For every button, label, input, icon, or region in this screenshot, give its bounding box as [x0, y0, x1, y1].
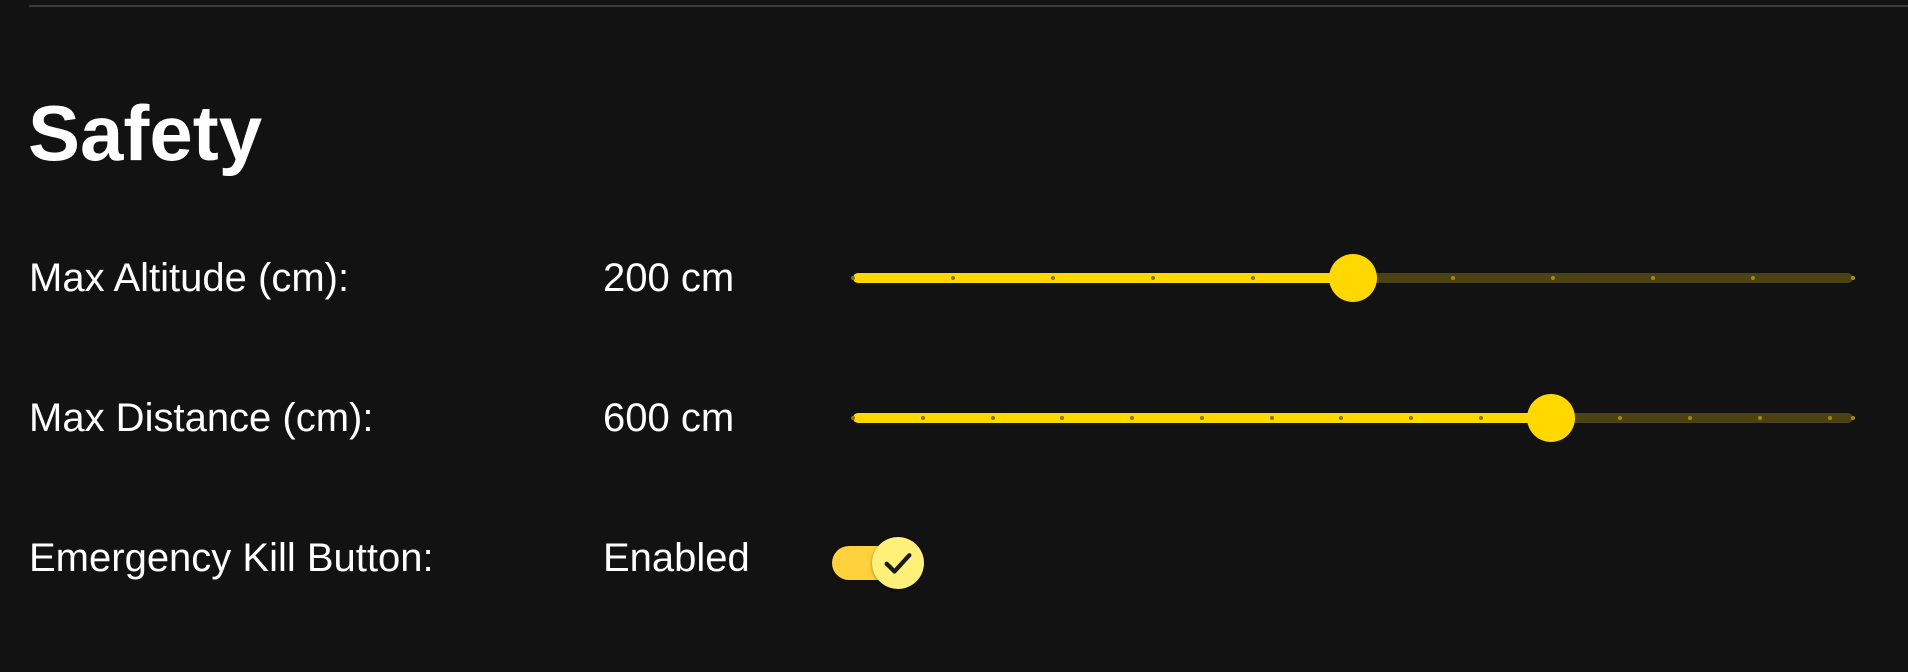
- slider-tick-mark: [851, 416, 855, 420]
- max-distance-row: Max Distance (cm): 600 cm: [0, 383, 1908, 453]
- slider-tick-mark: [951, 276, 955, 280]
- slider-tick-mark: [1151, 276, 1155, 280]
- slider-tick-mark: [920, 416, 925, 420]
- max-altitude-slider[interactable]: [851, 243, 1855, 313]
- slider-tick-mark: [1827, 416, 1832, 420]
- emergency-kill-toggle[interactable]: [832, 537, 926, 589]
- max-distance-value: 600 cm: [603, 396, 735, 440]
- section-title: Safety: [28, 89, 263, 177]
- slider-tick-mark: [1451, 276, 1455, 280]
- check-icon: [884, 553, 912, 574]
- slider-tick-mark: [1478, 416, 1483, 420]
- slider-tick-mark: [1199, 416, 1204, 420]
- emergency-kill-status: Enabled: [603, 536, 750, 580]
- max-distance-slider[interactable]: [851, 383, 1855, 453]
- max-altitude-row: Max Altitude (cm): 200 cm: [0, 243, 1908, 313]
- slider-tick-mark: [1751, 276, 1755, 280]
- max-altitude-label: Max Altitude (cm):: [29, 256, 350, 300]
- toggle-thumb[interactable]: [872, 537, 924, 589]
- slider-tick-mark: [1851, 416, 1855, 420]
- max-distance-label: Max Distance (cm):: [29, 396, 374, 440]
- slider-thumb[interactable]: [1329, 254, 1377, 302]
- slider-tick-mark: [1269, 416, 1274, 420]
- slider-tick-mark: [1051, 276, 1055, 280]
- emergency-kill-row: Emergency Kill Button: Enabled: [0, 523, 1908, 593]
- slider-tick-mark: [1551, 276, 1555, 280]
- top-divider: [29, 5, 1908, 7]
- emergency-kill-label: Emergency Kill Button:: [29, 536, 434, 580]
- slider-thumb[interactable]: [1526, 394, 1575, 442]
- slider-tick-mark: [1851, 276, 1855, 280]
- slider-tick-mark: [990, 416, 995, 420]
- slider-tick-mark: [1251, 276, 1255, 280]
- max-altitude-value: 200 cm: [603, 256, 735, 300]
- slider-tick-mark: [851, 276, 855, 280]
- slider-tick-mark: [1757, 416, 1762, 420]
- slider-track-filled: [853, 273, 1353, 283]
- slider-tick-mark: [1651, 276, 1655, 280]
